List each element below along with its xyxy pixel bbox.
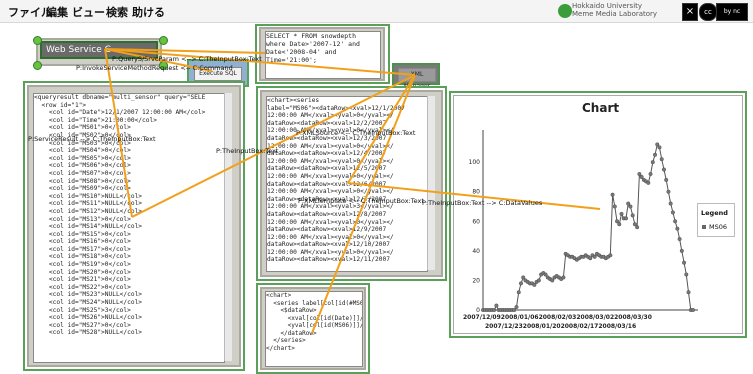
menu-help[interactable]: 助ける (132, 4, 165, 20)
menu-search[interactable]: 検索 (106, 4, 128, 20)
connection-label-query: P:QueryS/SrvcParam <--> C:TheInputBox:Te… (112, 55, 262, 63)
org-line-2: Meme Media Laboratory (572, 10, 658, 18)
connection-label-invoke: P:InvokeServiceMethodRequest <-- C:Comma… (76, 64, 233, 72)
menu-edit[interactable]: 編集 (46, 4, 68, 20)
connection-line (104, 48, 133, 218)
connection-label-xml-template: P:XMLTemplate <-- C:TheInputBox:Text (298, 197, 424, 205)
org-name: Hokkaido University Meme Media Laborator… (572, 2, 657, 18)
org-line-1: Hokkaido University (572, 2, 643, 10)
hokkaido-logo-icon (558, 4, 572, 18)
connection-label-data-values: P:TheInputBox:Text --> C:DataValues (422, 199, 543, 207)
workspace-canvas: Web Service C Execute SQL SELECT * FROM … (0, 23, 753, 374)
connection-label-xml-source: P:XMLSource <-- C:TheInputBox:Text (296, 129, 416, 137)
cc-by-nc-icon: by nc (716, 3, 748, 21)
connection-line (131, 74, 416, 218)
menu-view[interactable]: ビュー (72, 4, 105, 20)
menu-bar: ファイル 編集 ビュー 検索 助ける Hokkaido University M… (0, 0, 753, 23)
connection-label-service-result: P:ServiceResult --> C:TheInputBox:Text (28, 135, 156, 143)
cc-license-icon: cc (699, 3, 717, 21)
connection-label-input-box: P:TheInputBox:Text (216, 147, 279, 155)
close-badge-icon[interactable]: × (682, 3, 698, 21)
